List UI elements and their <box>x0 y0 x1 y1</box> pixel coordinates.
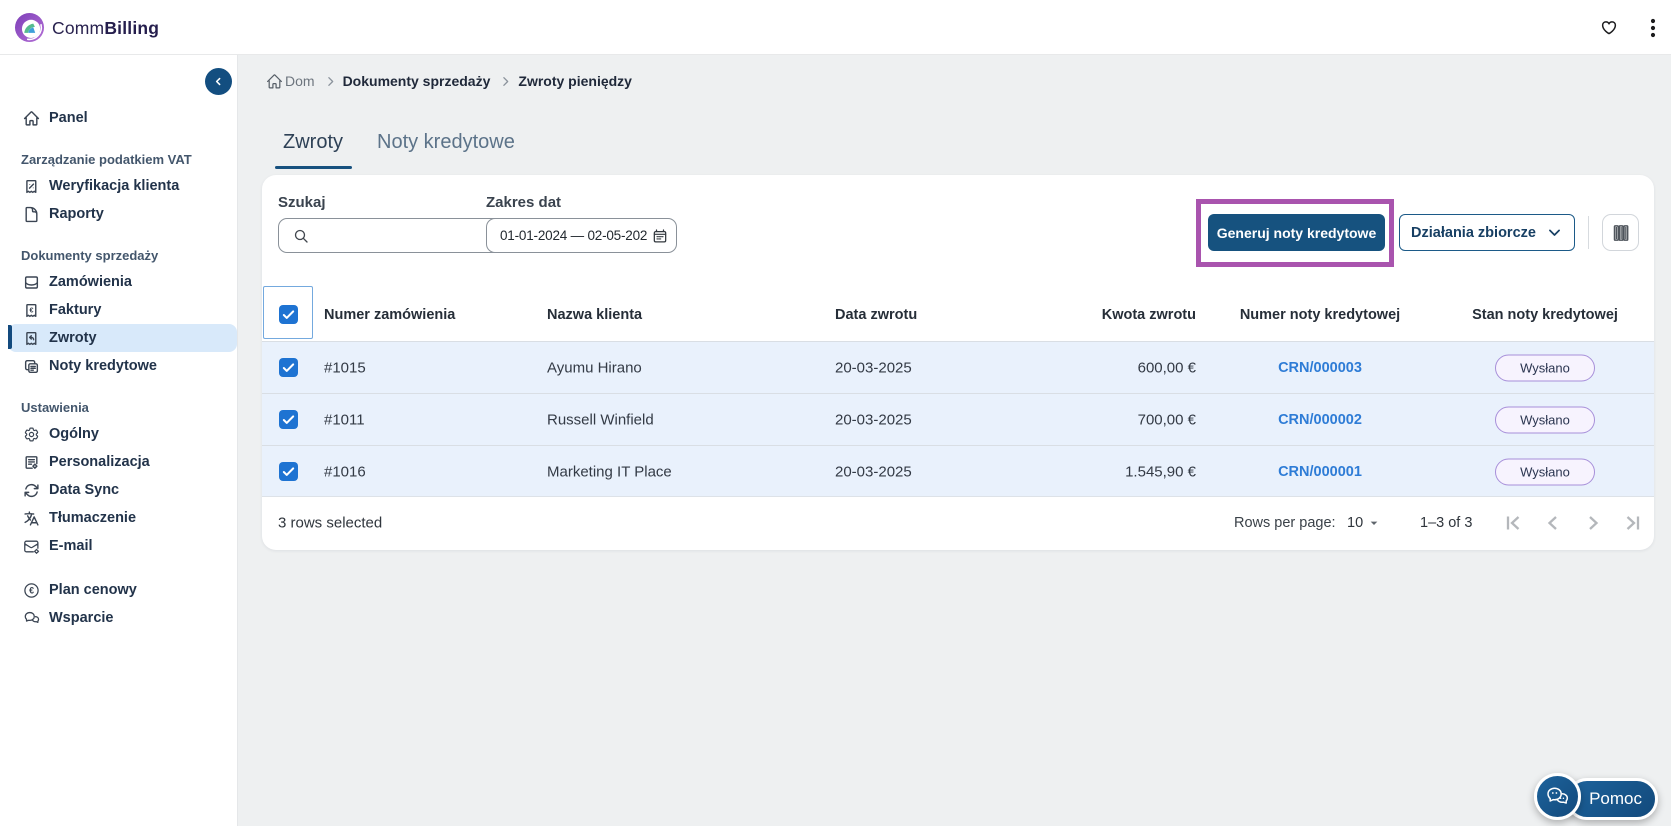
svg-text:€: € <box>30 306 34 314</box>
svg-text:€: € <box>29 585 34 595</box>
